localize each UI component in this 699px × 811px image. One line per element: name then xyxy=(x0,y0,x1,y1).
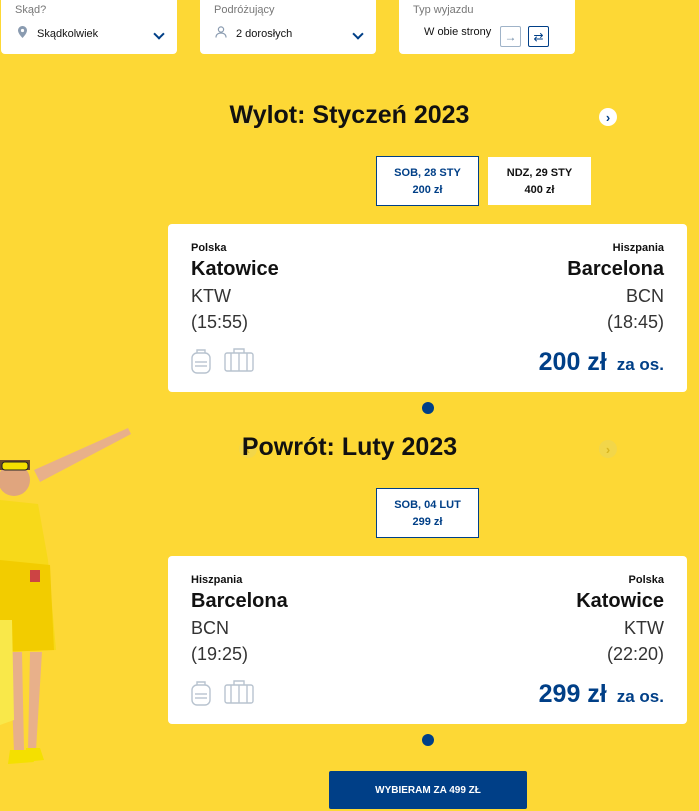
flight-price-per-person: za os. xyxy=(616,687,664,706)
suitcase-icon xyxy=(224,348,254,378)
round-trip-arrows-icon[interactable]: ⇄ xyxy=(528,26,549,47)
destination-code: BCN xyxy=(625,286,664,306)
travelers-filter-value: 2 dorosłych xyxy=(236,27,293,40)
travelers-filter-label: Podróżujący xyxy=(214,4,275,16)
return-next-arrow-icon[interactable]: › xyxy=(599,440,617,458)
date-tab-price: 400 zł xyxy=(524,184,555,196)
origin-country: Hiszpania xyxy=(191,574,243,586)
flight-price-per-person: za os. xyxy=(616,355,664,374)
woman-illustration xyxy=(0,420,135,780)
location-pin-icon xyxy=(15,26,29,41)
outbound-heading: Wylot: Styczeń 2023 xyxy=(229,101,470,129)
backpack-icon xyxy=(191,680,211,712)
choose-flights-button[interactable]: WYBIERAM ZA 499 ZŁ xyxy=(329,771,527,809)
travelers-filter[interactable]: Podróżujący 2 dorosłych xyxy=(200,0,376,54)
one-way-arrow-icon[interactable]: → xyxy=(500,26,521,47)
flight-price-amount: 299 zł xyxy=(538,680,607,708)
trip-type-label: Typ wyjazdu xyxy=(413,4,474,16)
origin-code: BCN xyxy=(191,618,230,638)
destination-city: Barcelona xyxy=(567,258,664,280)
from-filter-value: Skądkolwiek xyxy=(37,27,99,40)
arrival-time: (18:45) xyxy=(606,312,664,332)
departure-time: (19:25) xyxy=(191,644,249,664)
destination-country: Hiszpania xyxy=(612,242,664,254)
date-tab-return-1[interactable]: SOB, 04 LUT 299 zł xyxy=(376,488,479,538)
date-tab-day: SOB, 28 STY xyxy=(394,167,461,179)
destination-code: KTW xyxy=(624,618,664,638)
origin-code: KTW xyxy=(191,286,231,306)
destination-city: Katowice xyxy=(576,590,664,612)
origin-city: Katowice xyxy=(191,258,279,280)
date-tab-price: 200 zł xyxy=(412,184,443,196)
from-filter-label: Skąd? xyxy=(15,4,47,16)
return-carousel-dot[interactable] xyxy=(422,734,434,746)
outbound-flight-card[interactable]: Polska Katowice KTW (15:55) Hiszpania Ba… xyxy=(168,224,687,392)
trip-type-filter: Typ wyjazdu W obie strony → ⇄ xyxy=(399,0,575,54)
origin-city: Barcelona xyxy=(191,590,288,612)
flight-price-amount: 200 zł xyxy=(538,348,607,376)
person-icon xyxy=(214,26,228,41)
backpack-icon xyxy=(191,348,211,380)
departure-time: (15:55) xyxy=(191,312,249,332)
return-flight-card[interactable]: Hiszpania Barcelona BCN (19:25) Polska K… xyxy=(168,556,687,724)
flight-price: 200 zł za os. xyxy=(539,348,664,377)
trip-type-value: W obie strony xyxy=(424,26,492,38)
outbound-carousel-dot[interactable] xyxy=(422,402,434,414)
origin-country: Polska xyxy=(191,242,227,254)
arrival-time: (22:20) xyxy=(606,644,664,664)
destination-country: Polska xyxy=(628,574,664,586)
outbound-next-arrow-icon[interactable]: › xyxy=(599,108,617,126)
suitcase-icon xyxy=(224,680,254,710)
date-tab-day: SOB, 04 LUT xyxy=(394,499,461,511)
date-tab-outbound-1[interactable]: SOB, 28 STY 200 zł xyxy=(376,156,479,206)
date-tab-price: 299 zł xyxy=(412,516,443,528)
from-filter[interactable]: Skąd? Skądkolwiek xyxy=(1,0,177,54)
date-tab-day: NDZ, 29 STY xyxy=(506,167,573,179)
date-tab-outbound-2[interactable]: NDZ, 29 STY 400 zł xyxy=(488,157,591,205)
return-heading: Powrót: Luty 2023 xyxy=(241,433,458,461)
flight-price: 299 zł za os. xyxy=(539,680,664,709)
